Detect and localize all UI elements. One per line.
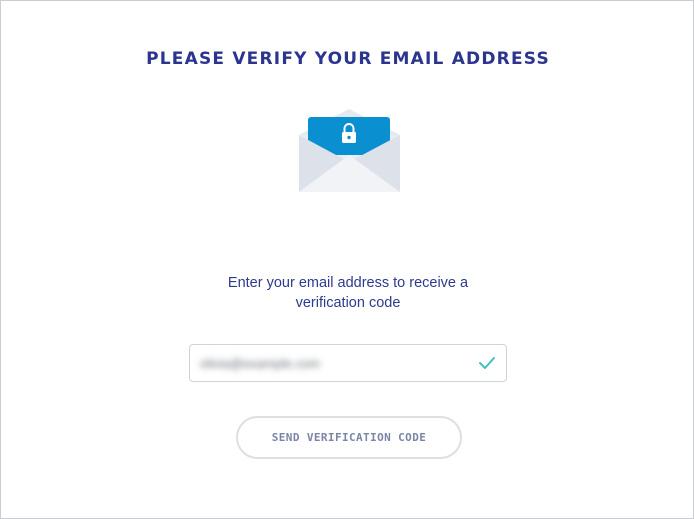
email-input[interactable] <box>200 345 460 381</box>
send-verification-code-button[interactable]: SEND VERIFICATION CODE <box>236 416 462 459</box>
email-field[interactable] <box>189 344 507 382</box>
instruction-text: Enter your email address to receive a ve… <box>198 273 498 313</box>
page-title: PLEASE VERIFY YOUR EMAIL ADDRESS <box>146 49 550 69</box>
instruction-line-2: verification code <box>295 295 401 311</box>
verify-email-panel: PLEASE VERIFY YOUR EMAIL ADDRESS Enter y… <box>0 0 694 519</box>
envelope-lock-icon <box>299 109 400 192</box>
check-icon <box>479 357 495 369</box>
instruction-line-1: Enter your email address to receive a <box>227 275 469 291</box>
